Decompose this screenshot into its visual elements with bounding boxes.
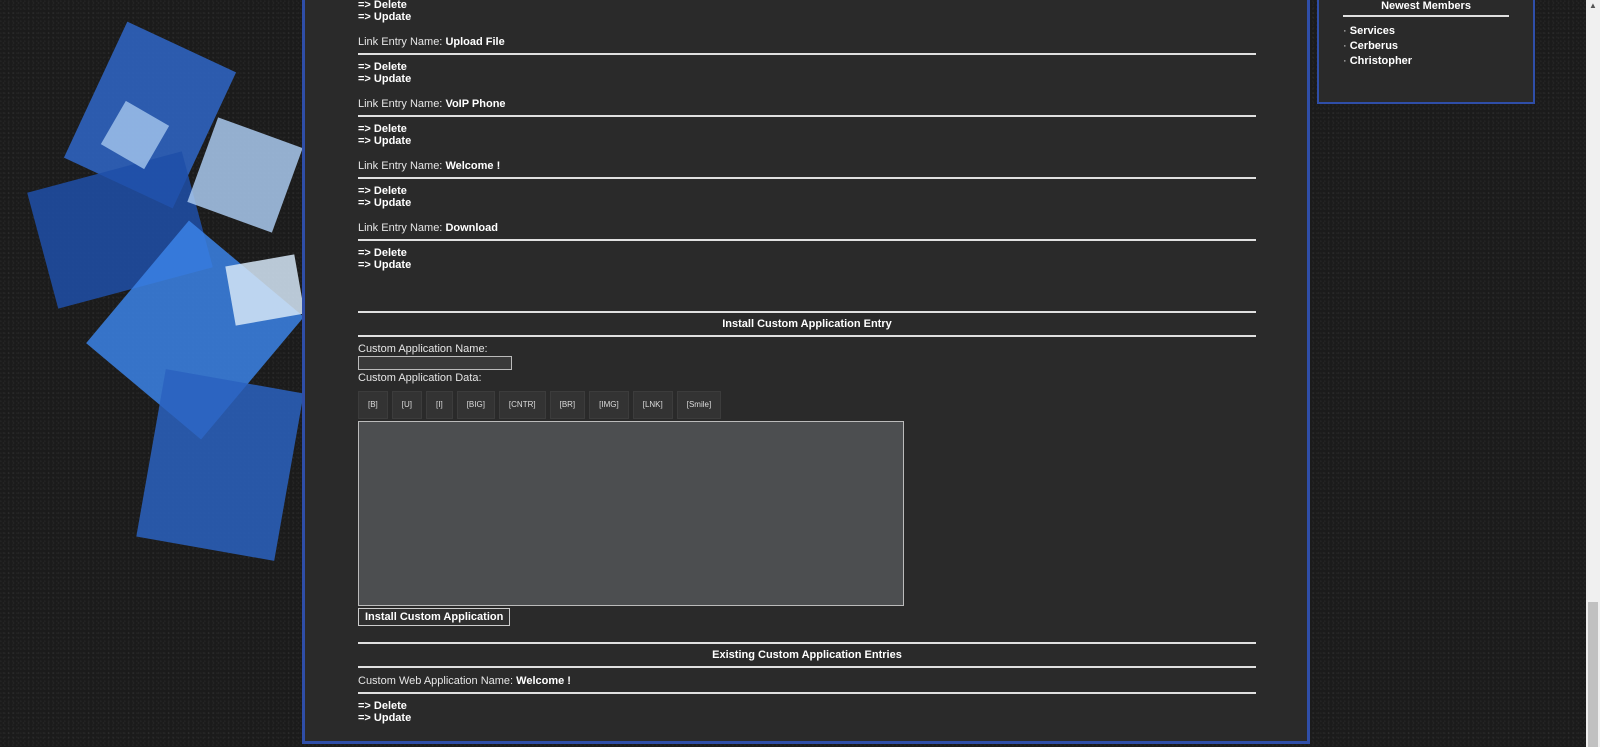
update-link[interactable]: => Update bbox=[358, 197, 1256, 209]
install-section-title: Install Custom Application Entry bbox=[358, 311, 1256, 337]
link-entry-name: Link Entry Name: VoIP Phone bbox=[358, 98, 506, 110]
delete-link[interactable]: => Delete bbox=[358, 185, 1256, 197]
smile-button[interactable]: [Smile] bbox=[676, 391, 722, 419]
divider bbox=[358, 53, 1256, 55]
big-button[interactable]: [BIG] bbox=[456, 391, 495, 419]
underline-button[interactable]: [U] bbox=[391, 391, 423, 419]
newest-members-panel: Newest Members · Services · Cerberus · C… bbox=[1317, 0, 1535, 104]
app-data-label: Custom Application Data: bbox=[358, 372, 482, 384]
content-column: => Delete => Update Link Entry Name: Upl… bbox=[358, 0, 1256, 724]
delete-link[interactable]: => Delete bbox=[358, 0, 1256, 11]
update-link[interactable]: => Update bbox=[358, 135, 1256, 147]
member-link[interactable]: · Christopher bbox=[1343, 54, 1533, 69]
center-button[interactable]: [CNTR] bbox=[498, 391, 546, 419]
delete-link[interactable]: => Delete bbox=[358, 123, 1256, 135]
app-data-textarea[interactable] bbox=[358, 421, 904, 606]
divider bbox=[358, 177, 1256, 179]
main-content-panel: => Delete => Update Link Entry Name: Upl… bbox=[302, 0, 1310, 744]
delete-link[interactable]: => Delete bbox=[358, 61, 1256, 73]
scrollbar-thumb[interactable] bbox=[1588, 602, 1598, 747]
link-entry-name: Link Entry Name: Download bbox=[358, 222, 498, 234]
member-link[interactable]: · Services bbox=[1343, 24, 1533, 39]
install-custom-application-button[interactable]: Install Custom Application bbox=[358, 608, 511, 626]
image-button[interactable]: [IMG] bbox=[589, 391, 629, 419]
decorative-background-art bbox=[0, 0, 305, 600]
member-link[interactable]: · Cerberus bbox=[1343, 39, 1533, 54]
scroll-up-arrow-icon[interactable]: ▲ bbox=[1586, 0, 1600, 12]
vertical-scrollbar[interactable]: ▲ bbox=[1586, 0, 1600, 747]
partial-entry-actions: => Delete => Update bbox=[358, 0, 1256, 23]
divider bbox=[358, 692, 1256, 694]
bold-button[interactable]: [B] bbox=[358, 391, 388, 419]
update-link[interactable]: => Update bbox=[358, 73, 1256, 85]
install-form: Custom Application Name: Custom Applicat… bbox=[358, 343, 1256, 626]
link-entry: Link Entry Name: Download => Delete => U… bbox=[358, 221, 1256, 271]
link-entry-name: Link Entry Name: Welcome ! bbox=[358, 160, 501, 172]
update-link[interactable]: => Update bbox=[358, 259, 1256, 271]
member-list: · Services · Cerberus · Christopher bbox=[1343, 24, 1533, 69]
link-entry: Link Entry Name: Upload File => Delete =… bbox=[358, 35, 1256, 85]
newest-members-title: Newest Members bbox=[1343, 0, 1509, 17]
link-entry: Link Entry Name: Welcome ! => Delete => … bbox=[358, 159, 1256, 209]
divider bbox=[358, 115, 1256, 117]
link-entry: Link Entry Name: VoIP Phone => Delete =>… bbox=[358, 97, 1256, 147]
existing-entry: Custom Web Application Name: Welcome ! =… bbox=[358, 674, 1256, 724]
update-link[interactable]: => Update bbox=[358, 712, 1256, 724]
app-name-label: Custom Application Name: bbox=[358, 343, 488, 355]
line-break-button[interactable]: [BR] bbox=[549, 391, 586, 419]
italic-button[interactable]: [I] bbox=[426, 391, 453, 419]
existing-section-title: Existing Custom Application Entries bbox=[358, 642, 1256, 668]
delete-link[interactable]: => Delete bbox=[358, 700, 1256, 712]
existing-entry-name: Custom Web Application Name: Welcome ! bbox=[358, 675, 571, 687]
link-entry-name: Link Entry Name: Upload File bbox=[358, 36, 505, 48]
format-toolbar: [B] [U] [I] [BIG] [CNTR] [BR] [IMG] [LNK… bbox=[358, 391, 1256, 419]
divider bbox=[358, 239, 1256, 241]
link-button[interactable]: [LNK] bbox=[632, 391, 673, 419]
update-link[interactable]: => Update bbox=[358, 11, 1256, 23]
app-name-input[interactable] bbox=[358, 356, 512, 370]
delete-link[interactable]: => Delete bbox=[358, 247, 1256, 259]
